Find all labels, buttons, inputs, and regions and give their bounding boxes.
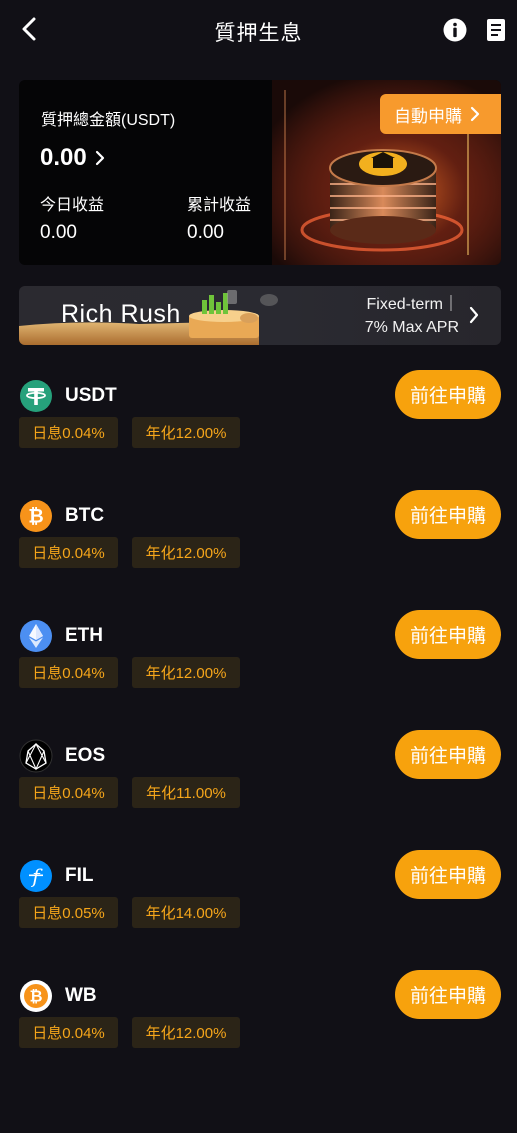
svg-text:₿: ₿ bbox=[28, 506, 43, 528]
cumulative-earnings-value: 0.00 bbox=[187, 222, 224, 243]
coin-row: ETH 前往申購 日息0.04% 年化12.00% bbox=[19, 610, 501, 729]
coin-name: ETH bbox=[65, 625, 103, 646]
annual-rate-badge: 年化14.00% bbox=[132, 897, 240, 928]
annual-rate-badge: 年化11.00% bbox=[132, 777, 240, 808]
eos-icon bbox=[19, 739, 53, 773]
records-button[interactable] bbox=[485, 18, 509, 42]
daily-rate-badge: 日息0.04% bbox=[19, 417, 118, 448]
coin-row: f FIL 前往申購 日息0.05% 年化14.00% bbox=[19, 850, 501, 969]
svg-text:₿: ₿ bbox=[29, 987, 42, 1006]
banner-line-2: 7% Max APR bbox=[364, 319, 459, 336]
annual-rate-badge: 年化12.00% bbox=[132, 1017, 240, 1048]
subscribe-button[interactable]: 前往申購 bbox=[395, 730, 501, 779]
banner-line-1: Fixed-term｜ bbox=[366, 296, 459, 313]
daily-rate-badge: 日息0.04% bbox=[19, 537, 118, 568]
page-title: 質押生息 bbox=[214, 22, 303, 45]
total-staked-value[interactable]: 0.00 bbox=[40, 144, 105, 172]
daily-rate-badge: 日息0.04% bbox=[19, 777, 118, 808]
coin-name: BTC bbox=[65, 505, 105, 526]
total-staked-label: 質押總金額(USDT) bbox=[41, 112, 176, 129]
coin-name: FIL bbox=[65, 865, 94, 886]
auto-subscribe-button[interactable]: 自動申購 bbox=[380, 94, 501, 134]
promo-banner[interactable]: Rich Rush Fixed-term｜ 7% Max APR bbox=[19, 286, 501, 345]
subscribe-button[interactable]: 前往申購 bbox=[395, 610, 501, 659]
daily-rate-badge: 日息0.05% bbox=[19, 897, 118, 928]
coin-row: ₿ WB 前往申購 日息0.04% 年化12.00% bbox=[19, 970, 501, 1089]
info-button[interactable] bbox=[443, 18, 467, 42]
btc-icon: ₿ bbox=[19, 499, 53, 533]
daily-rate-badge: 日息0.04% bbox=[19, 1017, 118, 1048]
chevron-right-icon bbox=[95, 150, 104, 166]
banner-title: Rich Rush bbox=[61, 300, 181, 328]
annual-rate-badge: 年化12.00% bbox=[132, 417, 240, 448]
coin-name: EOS bbox=[65, 745, 106, 766]
chevron-right-icon bbox=[469, 306, 479, 324]
subscribe-button[interactable]: 前往申購 bbox=[395, 490, 501, 539]
cumulative-earnings-label: 累計收益 bbox=[187, 197, 252, 214]
coin-name: WB bbox=[65, 985, 97, 1006]
document-icon bbox=[487, 19, 505, 41]
total-staked-amount: 0.00 bbox=[40, 144, 87, 171]
coin-name: USDT bbox=[65, 385, 117, 406]
fil-icon: f bbox=[19, 859, 53, 893]
subscribe-button[interactable]: 前往申購 bbox=[395, 370, 501, 419]
today-earnings-label: 今日收益 bbox=[40, 197, 105, 214]
wb-icon: ₿ bbox=[19, 979, 53, 1013]
coin-row: EOS 前往申購 日息0.04% 年化11.00% bbox=[19, 730, 501, 849]
subscribe-button[interactable]: 前往申購 bbox=[395, 970, 501, 1019]
annual-rate-badge: 年化12.00% bbox=[132, 537, 240, 568]
info-icon bbox=[443, 18, 467, 42]
annual-rate-badge: 年化12.00% bbox=[132, 657, 240, 688]
coin-row: ₿ BTC 前往申購 日息0.04% 年化12.00% bbox=[19, 490, 501, 609]
eth-icon bbox=[19, 619, 53, 653]
staking-summary-card: 質押總金額(USDT) 0.00 今日收益 累計收益 0.00 0.00 自動申… bbox=[19, 80, 501, 265]
banner-tagline: Fixed-term｜ 7% Max APR bbox=[365, 293, 459, 339]
daily-rate-badge: 日息0.04% bbox=[19, 657, 118, 688]
coin-row: USDT 前往申購 日息0.04% 年化12.00% bbox=[19, 370, 501, 489]
subscribe-button[interactable]: 前往申購 bbox=[395, 850, 501, 899]
chevron-right-icon bbox=[470, 106, 480, 122]
today-earnings-value: 0.00 bbox=[40, 222, 77, 243]
auto-subscribe-label: 自動申購 bbox=[394, 106, 462, 126]
usdt-icon bbox=[19, 379, 53, 413]
top-bar: 質押生息 bbox=[0, 0, 517, 60]
